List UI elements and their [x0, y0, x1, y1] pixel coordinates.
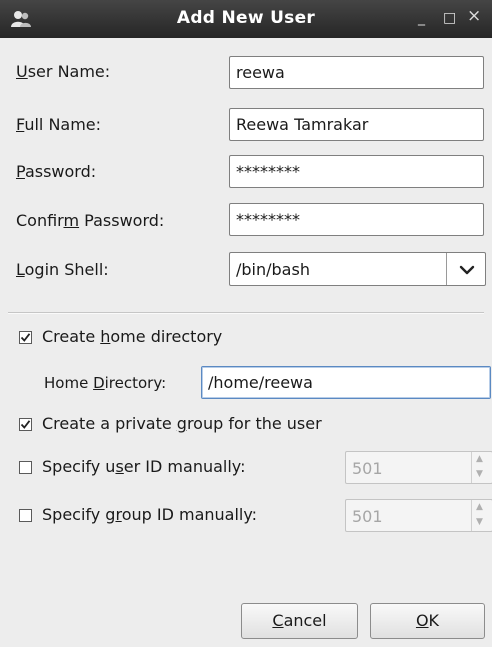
- close-button[interactable]: ×: [467, 7, 481, 25]
- create-home-label[interactable]: Create home directory: [42, 327, 222, 346]
- user-id-checkbox[interactable]: [19, 461, 32, 474]
- user-id-label[interactable]: Specify user ID manually:: [42, 457, 246, 476]
- group-id-spin-buttons: ▲ ▼: [471, 500, 492, 531]
- spin-up-icon[interactable]: ▲: [476, 454, 483, 464]
- confirm-password-label: Confirm Password:: [16, 211, 165, 230]
- home-directory-input[interactable]: [201, 366, 491, 399]
- private-group-checkbox[interactable]: [19, 418, 32, 431]
- login-shell-combo[interactable]: /bin/bash: [229, 252, 486, 286]
- password-input[interactable]: [229, 155, 484, 188]
- cancel-button[interactable]: Cancel: [241, 603, 358, 639]
- group-id-checkbox[interactable]: [19, 509, 32, 522]
- add-user-dialog: Add New User _ □ × User Name: Full Name:…: [0, 0, 492, 647]
- user-name-input[interactable]: [229, 56, 484, 89]
- login-shell-label: Login Shell:: [16, 260, 109, 279]
- user-id-spinbox[interactable]: 501 ▲ ▼: [345, 451, 492, 484]
- spin-down-icon[interactable]: ▼: [476, 517, 483, 527]
- combo-separator: [446, 253, 447, 285]
- minimize-button[interactable]: _: [418, 9, 425, 27]
- group-id-spinbox[interactable]: 501 ▲ ▼: [345, 499, 492, 532]
- login-shell-value: /bin/bash: [236, 260, 310, 279]
- chevron-down-icon[interactable]: [458, 264, 476, 276]
- spin-up-icon[interactable]: ▲: [476, 502, 483, 512]
- maximize-button[interactable]: □: [443, 9, 456, 27]
- user-id-value: 501: [352, 459, 383, 478]
- checkmark-icon: [20, 333, 31, 342]
- ok-button[interactable]: OK: [370, 603, 485, 639]
- group-id-label[interactable]: Specify group ID manually:: [42, 505, 257, 524]
- group-id-value: 501: [352, 507, 383, 526]
- private-group-label[interactable]: Create a private group for the user: [42, 414, 322, 433]
- user-id-spin-buttons: ▲ ▼: [471, 452, 492, 483]
- create-home-checkbox[interactable]: [19, 331, 32, 344]
- confirm-password-input[interactable]: [229, 203, 484, 236]
- user-name-label: User Name:: [16, 62, 111, 81]
- home-directory-label: Home Directory:: [44, 374, 167, 392]
- checkmark-icon: [20, 420, 31, 429]
- spin-down-icon[interactable]: ▼: [476, 469, 483, 479]
- title-bar[interactable]: Add New User _ □ ×: [0, 0, 492, 38]
- password-label: Password:: [16, 162, 97, 181]
- section-divider: [8, 312, 484, 314]
- full-name-input[interactable]: [229, 108, 484, 141]
- full-name-label: Full Name:: [16, 115, 102, 134]
